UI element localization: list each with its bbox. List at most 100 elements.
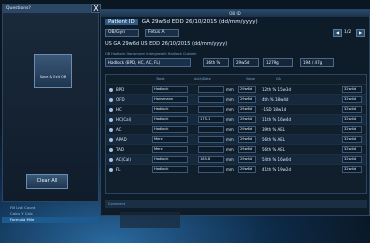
footer-row-3[interactable]: Formula Mile: [2, 217, 99, 223]
row-range: 4th % 18w4d: [262, 97, 289, 102]
row-checkbox[interactable]: [109, 98, 113, 102]
measurement-table: Table Auth/Date Value GA BPD Hadlock mm 29w…: [105, 74, 367, 194]
row-name: HC: [116, 107, 122, 112]
header-value: Value: [246, 77, 256, 81]
row-ga: 29w4d: [238, 116, 256, 123]
row-ga: 29w6d: [238, 86, 256, 93]
row-checkbox[interactable]: [109, 168, 113, 172]
row-extra: 32w4d: [342, 86, 362, 93]
table-row[interactable]: TAD Merz mm 29w6d 56th % AEL 32w4d: [106, 144, 366, 154]
row-range: 12th % 15w3d: [262, 87, 291, 92]
table-row[interactable]: AC Hadlock mm 29w6d 39th % AEL 32w4d: [106, 124, 366, 134]
ga-line: GA 29w5d EDD 26/10/2015 (dd/mm/yyyy): [141, 19, 258, 25]
row-checkbox[interactable]: [109, 148, 113, 152]
row-name: AC: [116, 127, 122, 132]
row-auth-select[interactable]: Hadlock: [152, 116, 188, 123]
row-value-field[interactable]: [198, 86, 224, 93]
row-auth-select[interactable]: Hadlock: [152, 156, 188, 163]
table-row[interactable]: HC Hadlock mm 29w6d -1SD 18w1d 32w4d: [106, 104, 366, 114]
header-ga: GA: [276, 77, 281, 81]
table-row[interactable]: BPD Hadlock mm 29w6d 12th % 15w3d 32w4d: [106, 84, 366, 94]
prev-page-button[interactable]: ◀: [333, 29, 342, 37]
us-ga-line: US GA 29w6d US EDD 26/10/2015 (dd/mm/yyy…: [105, 41, 228, 47]
method-select[interactable]: OB/Gyn: [105, 29, 139, 37]
row-range: 39th % AEL: [262, 127, 286, 132]
row-name: AC(Cal): [116, 157, 131, 162]
row-ga: 29w6d: [238, 146, 256, 153]
clear-all-button[interactable]: Clear All: [26, 174, 68, 189]
row-ga: 29w6d: [238, 96, 256, 103]
page-indicator: 1/2: [344, 30, 352, 35]
row-auth-select[interactable]: Hadlock: [152, 106, 188, 113]
window-title: OB ID: [101, 10, 369, 17]
row-auth-select[interactable]: Hadlock: [152, 86, 188, 93]
row-auth-select[interactable]: Merz: [152, 136, 188, 143]
row-value-field[interactable]: [198, 126, 224, 133]
row-extra: 32w4d: [342, 106, 362, 113]
row-ga: 29w4d: [238, 156, 256, 163]
row-checkbox[interactable]: [109, 108, 113, 112]
row-range: 11th % 16w4d: [262, 117, 291, 122]
header-table: Table: [156, 77, 165, 81]
row-extra: 32w4d: [342, 156, 362, 163]
row-checkbox[interactable]: [109, 158, 113, 162]
row-unit: mm: [226, 167, 234, 172]
row-value-field[interactable]: [198, 96, 224, 103]
row-checkbox[interactable]: [109, 128, 113, 132]
row-auth-select[interactable]: Hadlock: [152, 126, 188, 133]
formula-percentile: 36th %: [203, 58, 229, 67]
row-unit: mm: [226, 127, 234, 132]
comment-bar[interactable]: Comment: [105, 200, 367, 208]
row-ga: 29w6d: [238, 166, 256, 173]
row-checkbox[interactable]: [109, 118, 113, 122]
formula-radio-line[interactable]: OB Hadlock Hansmann Intergrowth Hadlock …: [105, 52, 196, 56]
table-row[interactable]: APAD Merz mm 29w6d 56th % AEL 32w4d: [106, 134, 366, 144]
left-panel: Questions?: [2, 4, 99, 202]
formula-ga: 29w5d: [233, 58, 259, 67]
table-header: Table Auth/Date Value GA: [106, 75, 366, 84]
fetus-select[interactable]: Fetus A: [145, 29, 179, 37]
formula-row: Hadlock (BPD, HC, AC, FL) 36th % 29w5d 1…: [105, 58, 367, 68]
row-extra: 32w4d: [342, 146, 362, 153]
row-value-field[interactable]: 175.1: [198, 116, 224, 123]
formula-weight: 1279g: [263, 58, 293, 67]
formula-sd: 194 / 47g: [300, 58, 334, 67]
row-unit: mm: [226, 107, 234, 112]
row-extra: 32w4d: [342, 166, 362, 173]
next-page-button[interactable]: ▶: [356, 29, 365, 37]
table-row[interactable]: HC(Cal) Hadlock 175.1 mm 29w4d 11th % 16w4d 32…: [106, 114, 366, 124]
formula-name: Hadlock (BPD, HC, AC, FL): [105, 58, 191, 67]
row-ga: 29w6d: [238, 106, 256, 113]
row-range: -1SD 18w1d: [262, 107, 287, 112]
left-panel-title: Questions?: [3, 5, 98, 13]
row-auth-select[interactable]: Hansmann: [152, 96, 188, 103]
row-checkbox[interactable]: [109, 88, 113, 92]
row-name: BPD: [116, 87, 125, 92]
row-unit: mm: [226, 117, 234, 122]
row-value-field[interactable]: [198, 146, 224, 153]
patient-tab[interactable]: Patient ID: [105, 19, 138, 25]
decorative-shadow: [120, 212, 180, 228]
row-auth-select[interactable]: Hadlock: [152, 166, 188, 173]
row-range: 41th % 19w2d: [262, 167, 291, 172]
row-value-field[interactable]: [198, 106, 224, 113]
row-range: 54th % 16w0d: [262, 157, 291, 162]
row-ga: 29w6d: [238, 126, 256, 133]
row-value-field[interactable]: [198, 136, 224, 143]
row-range: 56th % AEL: [262, 137, 286, 142]
row-auth-select[interactable]: Merz: [152, 146, 188, 153]
row-name: OFD: [116, 97, 125, 102]
row-extra: 32w4d: [342, 116, 362, 123]
row-checkbox[interactable]: [109, 138, 113, 142]
table-row[interactable]: OFD Hansmann mm 29w6d 4th % 18w4d 32w4d: [106, 94, 366, 104]
row-unit: mm: [226, 137, 234, 142]
selector-row: OB/Gyn Fetus A ◀ 1/2 ▶: [105, 29, 367, 37]
row-value-field[interactable]: 185.8: [198, 156, 224, 163]
row-unit: mm: [226, 87, 234, 92]
table-row[interactable]: FL Hadlock mm 29w6d 41th % 19w2d 32w4d: [106, 164, 366, 174]
table-row[interactable]: AC(Cal) Hadlock 185.8 mm 29w4d 54th % 16w0d 32…: [106, 154, 366, 164]
save-exit-button[interactable]: Save & Exit OB: [34, 54, 72, 88]
row-value-field[interactable]: [198, 166, 224, 173]
row-unit: mm: [226, 157, 234, 162]
row-unit: mm: [226, 147, 234, 152]
